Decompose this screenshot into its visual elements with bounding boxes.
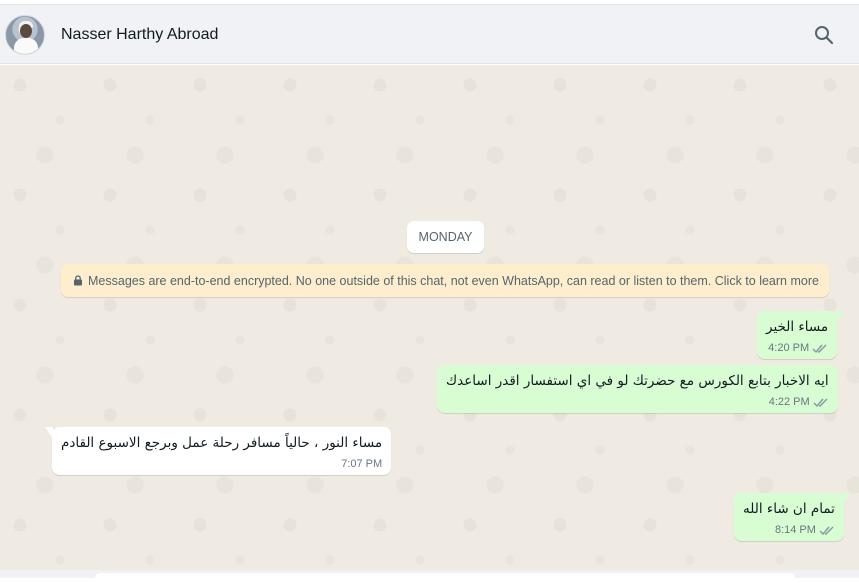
message-text: تمام ان شاء الله bbox=[743, 501, 835, 517]
search-icon[interactable] bbox=[812, 23, 836, 47]
message-time: 8:14 PM bbox=[774, 524, 816, 536]
lock-icon bbox=[74, 275, 82, 286]
message-text: ايه الاخبار بتابع الكورس مع حضرتك لو في … bbox=[446, 373, 829, 389]
chat-message-area[interactable]: MONDAY Messages are end-to-end encrypted… bbox=[0, 65, 859, 570]
double-check-icon bbox=[813, 398, 828, 407]
message-bubble-outgoing[interactable]: مساء الخير 4:20 PM bbox=[757, 311, 845, 359]
encryption-notice[interactable]: Messages are end-to-end encrypted. No on… bbox=[61, 264, 829, 297]
message-input[interactable] bbox=[95, 573, 795, 583]
message-bubble-outgoing[interactable]: تمام ان شاء الله 8:14 PM bbox=[734, 493, 851, 541]
avatar[interactable] bbox=[5, 15, 45, 55]
message-text: مساء الخير bbox=[766, 319, 829, 335]
message-bubble-outgoing[interactable]: ايه الاخبار بتابع الكورس مع حضرتك لو في … bbox=[437, 365, 838, 413]
message-bubble-incoming[interactable]: مساء النور ، حالياً مسافر رحلة عمل وبرجع… bbox=[45, 427, 392, 475]
double-check-icon bbox=[819, 526, 834, 535]
message-time: 4:22 PM bbox=[768, 396, 810, 408]
chat-header[interactable]: Nasser Harthy Abroad bbox=[0, 4, 859, 64]
day-divider: MONDAY bbox=[407, 221, 484, 253]
message-text: مساء النور ، حالياً مسافر رحلة عمل وبرجع… bbox=[61, 435, 383, 451]
double-check-icon bbox=[812, 344, 827, 353]
encryption-notice-text: Messages are end-to-end encrypted. No on… bbox=[88, 273, 819, 288]
message-time: 7:07 PM bbox=[341, 458, 383, 470]
message-time: 4:20 PM bbox=[768, 342, 810, 354]
contact-name[interactable]: Nasser Harthy Abroad bbox=[61, 26, 218, 44]
